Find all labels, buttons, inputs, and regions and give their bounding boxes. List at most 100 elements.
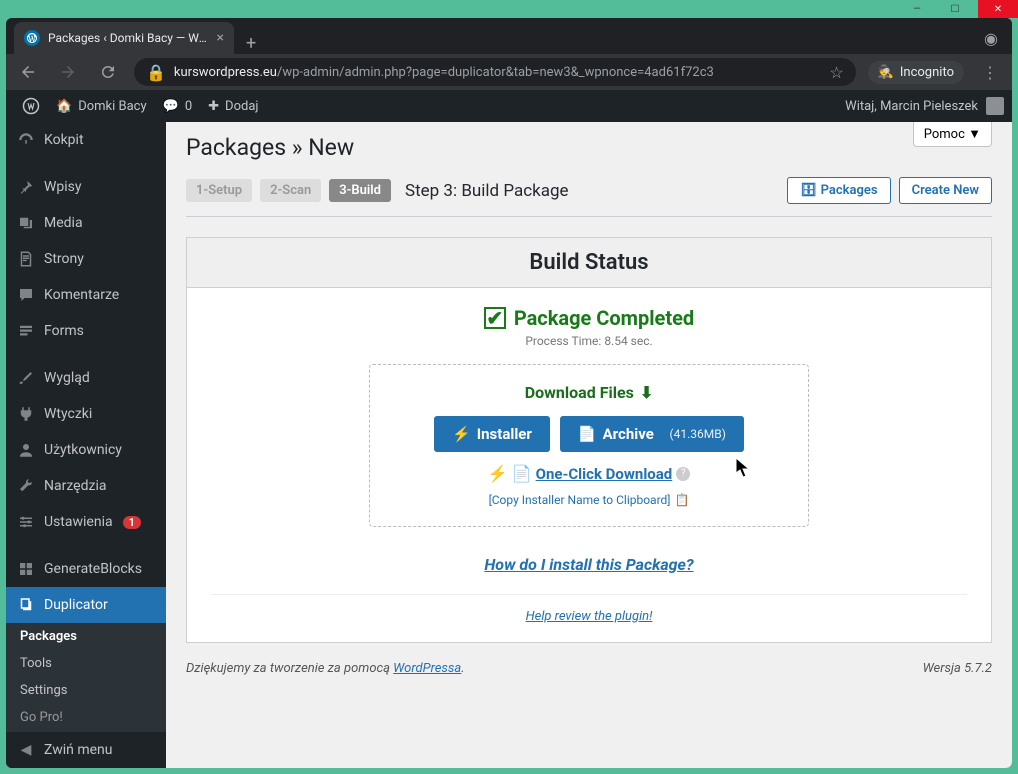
sidebar-item-ustawienia[interactable]: Ustawienia1 xyxy=(6,504,166,540)
url-box[interactable]: 🔒 kurswordpress.eu/wp-admin/admin.php?pa… xyxy=(134,58,856,86)
sidebar-item-wyglad[interactable]: Wygląd xyxy=(6,360,166,396)
sidebar-item-komentarze[interactable]: Komentarze xyxy=(6,277,166,313)
packages-button[interactable]: 🗄Packages xyxy=(787,177,890,204)
create-new-button[interactable]: Create New xyxy=(899,177,992,204)
bolt-icon: ⚡ xyxy=(488,464,508,483)
forms-icon xyxy=(16,321,36,341)
download-icon: ⬇ xyxy=(640,383,653,402)
close-button[interactable]: ✕ xyxy=(978,0,1018,18)
update-badge: 1 xyxy=(123,516,141,529)
browser-tab[interactable]: Packages ‹ Domki Bacy — WordPress × xyxy=(14,22,234,54)
browser-tabbar: Packages ‹ Domki Bacy — WordPress × + ◉ xyxy=(6,18,1012,54)
welcome-text[interactable]: Witaj, Marcin Pieleszek xyxy=(845,99,978,114)
tab-close-icon[interactable]: × xyxy=(217,30,224,46)
wordpress-favicon xyxy=(24,30,40,46)
admin-sidebar: Kokpit Wpisy Media Strony Komentarze For… xyxy=(6,122,166,768)
install-help-link[interactable]: How do I install this Package? xyxy=(211,555,967,574)
avatar[interactable] xyxy=(986,97,1004,115)
process-time: Process Time: 8.54 sec. xyxy=(211,334,967,348)
check-icon: ✔ xyxy=(484,307,506,329)
panel-header: Build Status xyxy=(187,238,991,288)
archive-button[interactable]: 📄Archive (41.36MB) xyxy=(560,416,744,452)
sidebar-item-media[interactable]: Media xyxy=(6,205,166,241)
url-text: kurswordpress.eu/wp-admin/admin.php?page… xyxy=(174,65,821,80)
browser-addressbar: 🔒 kurswordpress.eu/wp-admin/admin.php?pa… xyxy=(6,54,1012,90)
incognito-icon: 🕵️ xyxy=(878,65,894,80)
incognito-badge: 🕵️ Incognito xyxy=(868,61,964,84)
sidebar-item-uzytkownicy[interactable]: Użytkownicy xyxy=(6,432,166,468)
bookmark-icon[interactable]: ☆ xyxy=(829,63,843,82)
step-1-pill: 1-Setup xyxy=(186,179,252,202)
new-tab-button[interactable]: + xyxy=(234,33,268,54)
blocks-icon xyxy=(16,559,36,579)
admin-footer: Dziękujemy za tworzenie za pomocą WordPr… xyxy=(186,643,992,676)
home-icon: 🏠 xyxy=(56,99,72,114)
sidebar-item-generateblocks[interactable]: GenerateBlocks xyxy=(6,551,166,587)
step-toolbar: 1-Setup 2-Scan 3-Build Step 3: Build Pac… xyxy=(186,177,992,217)
tools-icon xyxy=(16,476,36,496)
file-icon: 📄 xyxy=(578,425,597,443)
forward-button[interactable] xyxy=(54,58,82,86)
submenu-packages[interactable]: Packages xyxy=(6,623,166,650)
dashboard-icon xyxy=(16,130,36,150)
submenu-settings[interactable]: Settings xyxy=(6,677,166,704)
collapse-menu-button[interactable]: ◀Zwiń menu xyxy=(6,731,166,768)
completed-status: ✔ Package Completed xyxy=(484,306,694,330)
minimize-button[interactable]: — xyxy=(902,2,932,16)
browser-menu-icon[interactable]: ⋮ xyxy=(976,63,1004,82)
incognito-label: Incognito xyxy=(900,65,954,80)
footer-thanks: Dziękujemy za tworzenie za pomocą WordPr… xyxy=(186,661,465,676)
clipboard-icon: 📋 xyxy=(674,493,689,507)
users-icon xyxy=(16,440,36,460)
installer-button[interactable]: ⚡Installer xyxy=(434,416,550,452)
sidebar-item-wpisy[interactable]: Wpisy xyxy=(6,169,166,205)
sidebar-item-forms[interactable]: Forms xyxy=(6,313,166,349)
wp-logo-icon[interactable] xyxy=(14,90,48,122)
wordpress-link[interactable]: WordPressa xyxy=(393,661,461,676)
wp-admin-bar: 🏠Domki Bacy 💬0 ✚Dodaj Witaj, Marcin Piel… xyxy=(6,90,1012,122)
tab-overflow-icon[interactable]: ◉ xyxy=(984,29,1012,54)
tab-title: Packages ‹ Domki Bacy — WordPress xyxy=(48,31,209,45)
brush-icon xyxy=(16,368,36,388)
lock-icon: 🔒 xyxy=(146,63,166,82)
archive-icon: 🗄 xyxy=(800,183,817,198)
copy-installer-name-link[interactable]: [Copy Installer Name to Clipboard] 📋 xyxy=(489,493,690,507)
comment-icon xyxy=(16,285,36,305)
sidebar-item-narzedzia[interactable]: Narzędzia xyxy=(6,468,166,504)
one-click-download-link[interactable]: One-Click Download xyxy=(536,465,673,483)
help-tab[interactable]: Pomoc ▼ xyxy=(913,122,992,147)
step-2-pill: 2-Scan xyxy=(260,179,321,202)
comments-link[interactable]: 💬0 xyxy=(155,90,201,122)
os-titlebar: — ☐ ✕ xyxy=(0,0,1018,18)
file-icon: 📄 xyxy=(512,464,532,483)
duplicator-submenu: Packages Tools Settings Go Pro! xyxy=(6,623,166,731)
sidebar-item-kokpit[interactable]: Kokpit xyxy=(6,122,166,158)
collapse-icon: ◀ xyxy=(16,740,36,760)
site-name-link[interactable]: 🏠Domki Bacy xyxy=(48,90,155,122)
back-button[interactable] xyxy=(14,58,42,86)
submenu-gopro[interactable]: Go Pro! xyxy=(6,704,166,731)
maximize-button[interactable]: ☐ xyxy=(940,2,970,16)
submenu-tools[interactable]: Tools xyxy=(6,650,166,677)
review-plugin-link[interactable]: Help review the plugin! xyxy=(211,594,967,624)
sidebar-item-duplicator[interactable]: Duplicator xyxy=(6,587,166,623)
download-heading: Download Files ⬇ xyxy=(525,383,653,402)
add-new-link[interactable]: ✚Dodaj xyxy=(200,90,266,122)
step-3-pill: 3-Build xyxy=(329,179,391,202)
plugin-icon xyxy=(16,404,36,424)
sidebar-item-wtyczki[interactable]: Wtyczki xyxy=(6,396,166,432)
help-icon[interactable]: ? xyxy=(676,467,690,481)
reload-button[interactable] xyxy=(94,58,122,86)
version-text: Wersja 5.7.2 xyxy=(923,661,992,676)
media-icon xyxy=(16,213,36,233)
sidebar-item-strony[interactable]: Strony xyxy=(6,241,166,277)
settings-icon xyxy=(16,512,36,532)
main-content: Pomoc ▼ Packages » New 1-Setup 2-Scan 3-… xyxy=(166,122,1012,768)
page-icon xyxy=(16,249,36,269)
bolt-icon: ⚡ xyxy=(452,425,471,443)
duplicator-icon xyxy=(16,595,36,615)
plus-icon: ✚ xyxy=(208,99,219,114)
pin-icon xyxy=(16,177,36,197)
build-status-panel: Build Status ✔ Package Completed Process… xyxy=(186,237,992,643)
download-box: Download Files ⬇ ⚡Installer 📄Archive (41… xyxy=(369,364,809,527)
